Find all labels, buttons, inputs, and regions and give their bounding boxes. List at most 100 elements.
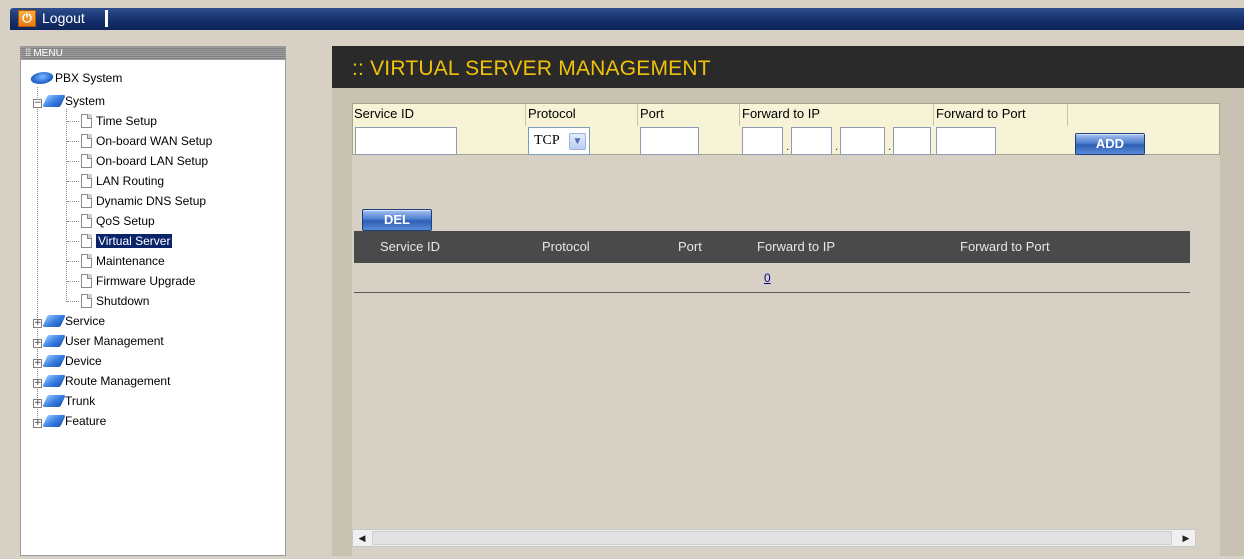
page-icon [81, 194, 92, 208]
tree-item-dynamic-dns[interactable]: Dynamic DNS Setup [81, 192, 206, 210]
page-title: :: VIRTUAL SERVER MANAGEMENT [352, 57, 711, 80]
tree-item-label: System [65, 94, 106, 108]
ip-octet-3-input[interactable] [840, 127, 885, 155]
folder-icon [42, 415, 66, 427]
tree-item-wan-setup[interactable]: On-board WAN Setup [81, 132, 212, 150]
service-id-input[interactable] [355, 127, 457, 155]
ip-octet-1-input[interactable] [742, 127, 783, 155]
expand-icon[interactable]: + [33, 359, 42, 368]
protocol-selected-value: TCP [534, 133, 560, 148]
tree-line [67, 261, 79, 262]
tree-root[interactable]: PBX System [28, 69, 123, 87]
tree-item-trunk[interactable]: + Trunk [33, 392, 95, 410]
power-icon[interactable]: ⏻ [18, 10, 36, 27]
tree-line [66, 109, 67, 302]
tree-item-label: Dynamic DNS Setup [96, 194, 207, 208]
pbx-system-icon [28, 72, 56, 84]
logout-link[interactable]: Logout [42, 9, 85, 27]
tree-item-label: Firmware Upgrade [96, 274, 196, 288]
column-protocol: Protocol [542, 239, 590, 254]
folder-icon [42, 395, 66, 407]
page-icon [81, 214, 92, 228]
tree-item-service[interactable]: + Service [33, 312, 105, 330]
tree-item-label: Trunk [65, 394, 96, 408]
scrollbar-thumb[interactable] [372, 531, 1172, 545]
expand-icon[interactable]: + [33, 339, 42, 348]
expand-icon[interactable]: + [33, 379, 42, 388]
tree-line [67, 141, 79, 142]
chevron-down-icon[interactable]: ▼ [569, 133, 586, 150]
sidebar-menu: ⁞⁞⁞ MENU PBX System − System Time Setup On… [20, 46, 286, 556]
tree-item-label: Maintenance [96, 254, 165, 268]
folder-icon [42, 335, 66, 347]
tree-line [67, 241, 79, 242]
main-panel: :: VIRTUAL SERVER MANAGEMENT Service ID … [332, 46, 1244, 559]
tree-item-firmware-upgrade[interactable]: Firmware Upgrade [81, 272, 195, 290]
list-header: Service ID Protocol Port Forward to IP F… [354, 231, 1190, 263]
tree-item-label: QoS Setup [96, 214, 155, 228]
tree-item-label: User Management [65, 334, 164, 348]
forward-port-input[interactable] [936, 127, 996, 155]
folder-icon [42, 355, 66, 367]
tree-item-maintenance[interactable]: Maintenance [81, 252, 165, 270]
collapse-icon[interactable]: − [33, 99, 42, 108]
add-form: Service ID Protocol Port Forward to IP F… [352, 103, 1220, 155]
header-protocol: Protocol [528, 106, 576, 121]
tree-item-label: Service [65, 314, 106, 328]
expand-icon[interactable]: + [33, 319, 42, 328]
tree-item-lan-setup[interactable]: On-board LAN Setup [81, 152, 208, 170]
grip-icon: ⁞⁞⁞ [25, 48, 31, 59]
column-separator [1067, 104, 1068, 126]
column-separator [637, 104, 638, 126]
page-icon [81, 274, 92, 288]
page-icon [81, 114, 92, 128]
tree-line [67, 121, 79, 122]
title-bar: :: VIRTUAL SERVER MANAGEMENT [332, 46, 1244, 88]
tree-item-user-management[interactable]: + User Management [33, 332, 164, 350]
protocol-select[interactable]: TCP ▼ [528, 127, 590, 155]
tree-item-label: Route Management [65, 374, 171, 388]
delete-button[interactable]: DEL [362, 209, 432, 231]
page-icon [81, 234, 92, 248]
tree-item-route-management[interactable]: + Route Management [33, 372, 170, 390]
column-service-id: Service ID [380, 239, 440, 254]
column-separator [933, 104, 934, 126]
tree-item-lan-routing[interactable]: LAN Routing [81, 172, 164, 190]
tree-item-label: Device [65, 354, 102, 368]
tree-line [67, 281, 79, 282]
content-area: Service ID Protocol Port Forward to IP F… [352, 103, 1220, 559]
tree-item-system[interactable]: − System [33, 92, 105, 110]
top-bar-strip [10, 8, 1244, 30]
header-port: Port [640, 106, 664, 121]
add-button[interactable]: ADD [1075, 133, 1145, 155]
ip-separator: . [888, 139, 892, 153]
topbar-separator [105, 10, 108, 27]
expand-icon[interactable]: + [33, 419, 42, 428]
page-icon [81, 134, 92, 148]
horizontal-scrollbar[interactable]: ◀ ▶ [352, 529, 1196, 547]
expand-icon[interactable]: + [33, 399, 42, 408]
tree-item-device[interactable]: + Device [33, 352, 102, 370]
tree-root-label: PBX System [55, 71, 123, 85]
tree-item-virtual-server[interactable]: Virtual Server [81, 232, 173, 250]
tree-line [67, 161, 79, 162]
column-separator [525, 104, 526, 126]
ip-octet-4-input[interactable] [893, 127, 931, 155]
menu-header-label: MENU [33, 48, 63, 59]
top-bar: ⏻ Logout [0, 0, 1244, 30]
scroll-left-icon[interactable]: ◀ [353, 530, 371, 546]
page-number-link[interactable]: 0 [764, 271, 771, 285]
tree-item-shutdown[interactable]: Shutdown [81, 292, 149, 310]
tree-item-qos-setup[interactable]: QoS Setup [81, 212, 155, 230]
tree-item-feature[interactable]: + Feature [33, 412, 106, 430]
page-icon [81, 154, 92, 168]
tree-item-label: Shutdown [96, 294, 150, 308]
tree-line [67, 201, 79, 202]
tree-item-time-setup[interactable]: Time Setup [81, 112, 157, 130]
port-input[interactable] [640, 127, 699, 155]
folder-icon [42, 315, 66, 327]
column-separator [739, 104, 740, 126]
ip-separator: . [835, 139, 839, 153]
scroll-right-icon[interactable]: ▶ [1177, 530, 1195, 546]
ip-octet-2-input[interactable] [791, 127, 832, 155]
